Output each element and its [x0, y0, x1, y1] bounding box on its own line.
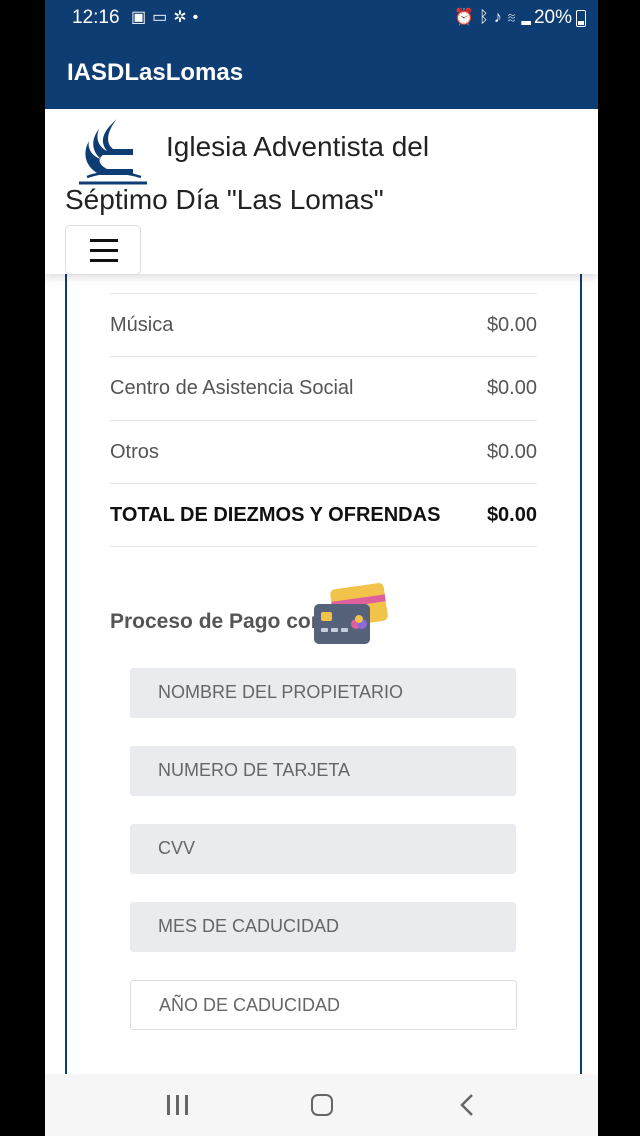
row-value: $0.00: [486, 441, 537, 463]
recents-icon: [167, 1095, 170, 1115]
hamburger-menu-icon: [90, 239, 118, 242]
church-name-line1: Iglesia Adventista del: [166, 131, 430, 162]
row-label: Música: [110, 314, 174, 336]
status-right-icons: ⏰ᛒ♪≋▂: [454, 7, 536, 27]
total-label: TOTAL DE DIEZMOS Y OFRENDAS: [110, 504, 441, 526]
menu-toggle-button[interactable]: [65, 225, 141, 275]
total-value: $0.00: [486, 504, 537, 526]
app-title: IASDLasLomas: [67, 59, 244, 86]
field-placeholder: MES DE CADUCIDAD: [158, 916, 340, 936]
cast-icon: ▭: [152, 9, 174, 26]
cvv-field[interactable]: CVV: [130, 824, 516, 874]
row-label: Otros: [110, 441, 159, 463]
status-time: 12:16: [72, 7, 120, 28]
card-number-field[interactable]: NUMERO DE TARJETA: [130, 746, 516, 796]
battery-percent: 20%: [533, 7, 572, 28]
battery-icon: [576, 10, 586, 27]
field-placeholder: NOMBRE DEL PROPIETARIO: [158, 682, 404, 702]
church-name-line2: Séptimo Día "Las Lomas": [65, 184, 384, 215]
bluetooth-icon: ᛒ: [479, 9, 494, 26]
adventist-logo-icon: [79, 119, 147, 185]
wifi-icon: ≋: [506, 9, 522, 26]
phone-screen: 12:16 ▣▭✲• ⏰ᛒ♪≋▂ 20% IASDLasLomas Iglesi…: [45, 0, 598, 1136]
recents-button[interactable]: [167, 1095, 189, 1115]
row-label: Centro de Asistencia Social: [110, 377, 354, 399]
row-value: $0.00: [486, 314, 537, 336]
image-icon: ▣: [131, 9, 153, 26]
expiry-month-field[interactable]: MES DE CADUCIDAD: [130, 902, 516, 952]
status-left-icons: ▣▭✲•: [131, 7, 204, 27]
back-button[interactable]: [457, 1092, 479, 1118]
summary-row-otros: Otros $0.00: [110, 420, 537, 484]
summary-row-asistencia-social: Centro de Asistencia Social $0.00: [110, 356, 537, 420]
status-bar: 12:16 ▣▭✲• ⏰ᛒ♪≋▂ 20%: [45, 0, 598, 36]
credit-cards-icon: [314, 583, 388, 644]
field-placeholder: AÑO DE CADUCIDAD: [159, 995, 341, 1015]
summary-row-total: TOTAL DE DIEZMOS Y OFRENDAS $0.00: [110, 483, 537, 547]
donation-summary-panel: Música $0.00 Centro de Asistencia Social…: [65, 260, 582, 1080]
app-bar: IASDLasLomas: [45, 36, 598, 109]
mute-icon: ♪: [493, 9, 507, 26]
alarm-icon: ⏰: [454, 9, 480, 26]
fan-icon: ✲: [173, 9, 193, 26]
row-value: $0.00: [486, 377, 537, 399]
divider: [110, 546, 537, 547]
summary-row-musica: Música $0.00: [110, 293, 537, 357]
expiry-year-field[interactable]: AÑO DE CADUCIDAD: [130, 980, 517, 1030]
payment-process-label: Proceso de Pago con: [110, 610, 324, 633]
owner-name-field[interactable]: NOMBRE DEL PROPIETARIO: [130, 668, 516, 718]
home-button[interactable]: [311, 1094, 333, 1116]
system-nav-bar: [45, 1074, 598, 1136]
dot-icon: •: [192, 9, 205, 26]
field-placeholder: NUMERO DE TARJETA: [158, 760, 351, 780]
field-placeholder: CVV: [158, 838, 196, 858]
site-header: Iglesia Adventista del Séptimo Día "Las …: [45, 109, 598, 275]
